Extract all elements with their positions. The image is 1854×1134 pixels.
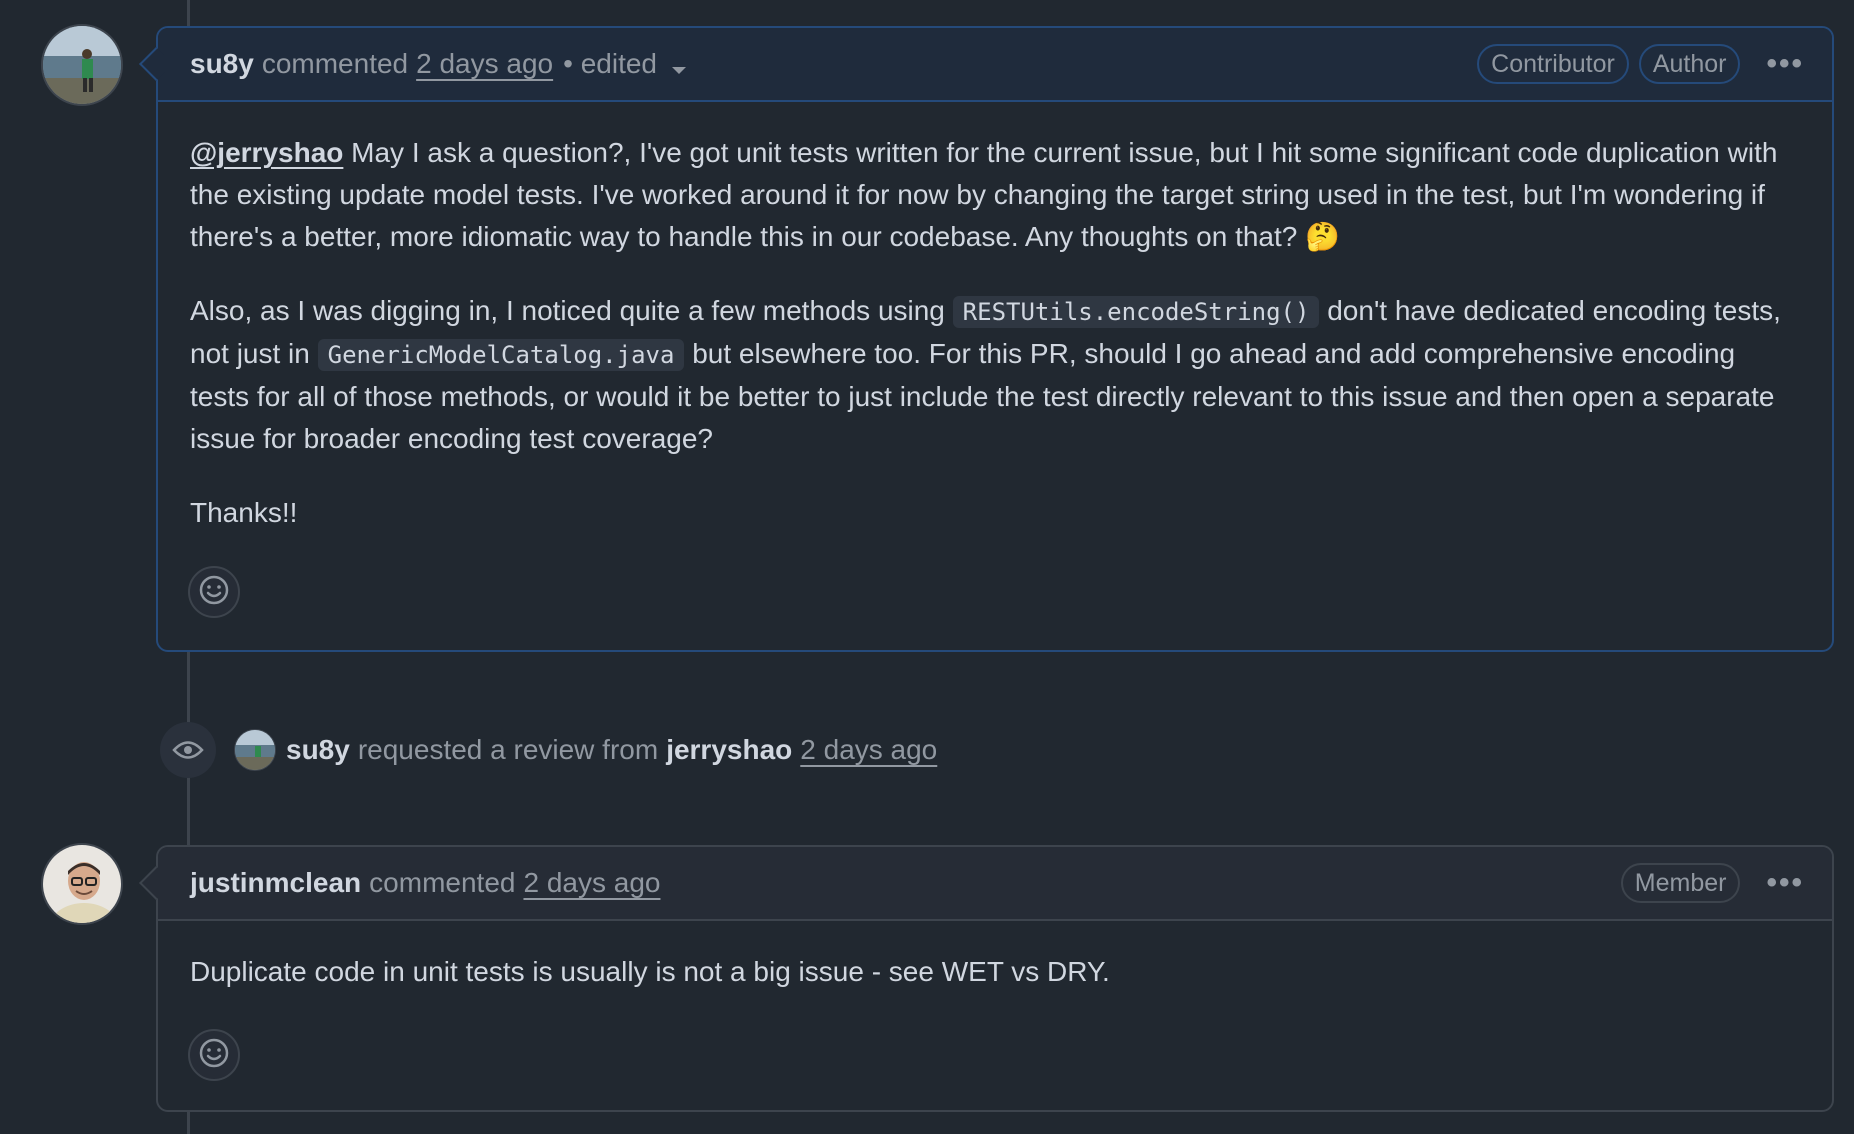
comment-caret (139, 47, 173, 81)
event-text: requested a review from (357, 734, 659, 765)
comment-header: justinmclean commented 2 days ago Member… (139, 847, 1832, 921)
comment-paragraph: @jerryshao May I ask a question?, I've g… (190, 132, 1800, 258)
member-badge: Member (1620, 863, 1741, 903)
comment-timestamp[interactable]: 2 days ago (416, 48, 553, 80)
comment-author[interactable]: su8y (190, 48, 254, 80)
comment-paragraph: Thanks!! (190, 497, 298, 528)
avatar[interactable] (234, 729, 276, 771)
chevron-down-icon[interactable] (671, 51, 687, 83)
review-request-event: su8y requested a review from jerryshao 2… (160, 722, 937, 778)
add-reaction-button[interactable] (188, 566, 240, 618)
eye-icon (160, 722, 216, 778)
timeline-line (187, 0, 190, 28)
kebab-menu-icon[interactable]: ••• (1766, 866, 1804, 900)
add-reaction-button[interactable] (188, 1029, 240, 1081)
edited-label[interactable]: • edited (563, 48, 657, 80)
avatar[interactable] (41, 843, 123, 925)
comment-body: @jerryshao May I ask a question?, I've g… (158, 102, 1832, 534)
comment-body: Duplicate code in unit tests is usually … (158, 921, 1832, 993)
comment-action: commented (261, 48, 409, 79)
comment-paragraph: Duplicate code in unit tests is usually … (190, 956, 1110, 987)
author-badge: Author (1638, 44, 1741, 84)
paragraph-text: Also, as I was digging in, I noticed qui… (190, 295, 953, 326)
event-target[interactable]: jerryshao (666, 734, 792, 766)
comment-paragraph: Also, as I was digging in, I noticed qui… (190, 290, 1800, 460)
paragraph-text: May I ask a question?, I've got unit tes… (190, 137, 1778, 252)
mention-link[interactable]: @jerryshao (190, 137, 343, 168)
kebab-menu-icon[interactable]: ••• (1766, 47, 1804, 81)
comment-box: justinmclean commented 2 days ago Member… (139, 845, 1834, 1112)
event-actor[interactable]: su8y (286, 734, 350, 766)
smiley-icon (198, 1037, 230, 1074)
avatar[interactable] (41, 24, 123, 106)
contributor-badge: Contributor (1477, 44, 1629, 84)
timeline-line (187, 1112, 190, 1134)
comment-box: su8y commented 2 days ago • edited Contr… (139, 26, 1834, 652)
comment-timestamp[interactable]: 2 days ago (523, 867, 660, 899)
event-timestamp[interactable]: 2 days ago (800, 734, 937, 766)
comment-action: commented (369, 867, 516, 898)
smiley-icon (198, 574, 230, 611)
comment-caret (139, 866, 173, 900)
comment-header: su8y commented 2 days ago • edited Contr… (139, 28, 1832, 102)
comment-author[interactable]: justinmclean (190, 867, 361, 899)
inline-code: RESTUtils.encodeString() (952, 296, 1320, 328)
inline-code: GenericModelCatalog.java (317, 339, 685, 371)
